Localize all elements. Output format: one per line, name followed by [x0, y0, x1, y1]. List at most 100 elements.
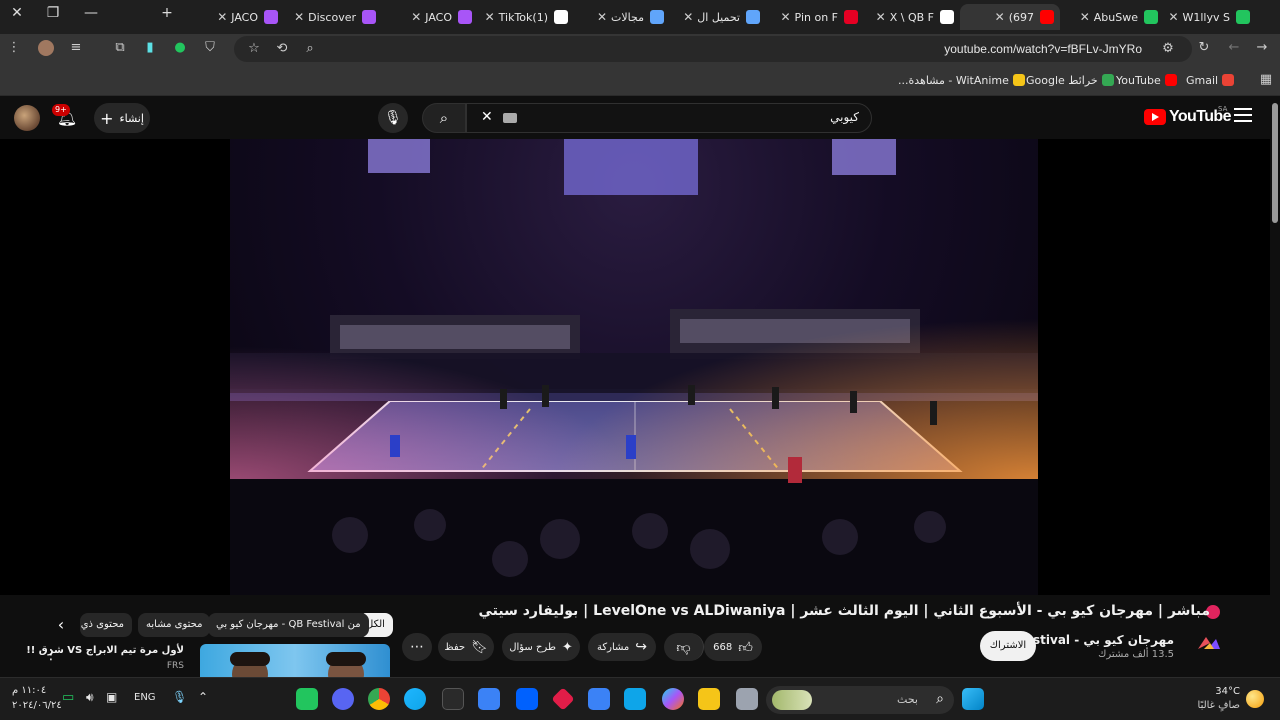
all-bookmarks-icon[interactable]: ▦ [1258, 72, 1274, 88]
chip-related[interactable]: محتوى مشابه [138, 613, 211, 637]
tab-close-icon[interactable]: ✕ [1168, 10, 1178, 24]
back-icon[interactable]: → [1254, 40, 1270, 56]
chevron-left-icon[interactable]: ‹ [54, 615, 68, 635]
tab-close-icon[interactable]: ✕ [597, 10, 607, 24]
page-scrollbar[interactable] [1270, 97, 1280, 677]
scrollbar-thumb[interactable] [1272, 103, 1278, 223]
tab-close-icon[interactable]: ✕ [485, 10, 495, 24]
weather-temp[interactable]: 34°C [1215, 686, 1240, 697]
tab-11[interactable]: JACO ✕ [190, 4, 284, 30]
taskbar-app-icon[interactable] [296, 688, 318, 710]
tab-close-icon[interactable]: ✕ [995, 10, 1005, 24]
media-control-icon[interactable]: ≡ [68, 40, 84, 56]
tab-close-icon[interactable]: ✕ [217, 10, 227, 24]
clock-time[interactable]: ١١:٠٤ م [12, 685, 46, 696]
tab-9[interactable]: JACO ✕ [386, 4, 478, 30]
bookmark-witanime[interactable]: WitAnime - مشاهدة... [898, 72, 1025, 88]
teams-icon[interactable] [478, 688, 500, 710]
microphone-icon[interactable]: 🎙︎ [172, 690, 187, 704]
bookmark-maps[interactable]: خرائط Google [1026, 72, 1114, 88]
video-frame[interactable] [230, 139, 1038, 595]
extensions-icon[interactable]: ⧉ [112, 40, 128, 56]
battery-icon[interactable]: ▭ [62, 690, 74, 705]
recommended-thumbnail[interactable] [200, 644, 390, 678]
extension-badge-icon[interactable]: ● [172, 40, 188, 56]
create-button[interactable]: إنشاء + [94, 103, 150, 133]
shield-icon[interactable]: ⛉ [202, 40, 218, 56]
subscribe-button[interactable]: الاشتراك [980, 631, 1036, 661]
voice-search-icon[interactable]: 🎙︎ [378, 103, 408, 133]
taskbar-search-input[interactable]: بحث ⌕ [766, 686, 954, 714]
tab-close-icon[interactable]: ✕ [876, 10, 886, 24]
store-icon[interactable] [624, 688, 646, 710]
tab-10[interactable]: Discover ✕ [288, 4, 382, 30]
mail-icon[interactable] [588, 688, 610, 710]
chevron-up-icon[interactable]: ⌃ [198, 690, 208, 704]
tab-4[interactable]: X \ QB F ✕ [868, 4, 960, 30]
clear-search-icon[interactable]: ✕ [481, 109, 493, 125]
tab-6[interactable]: تحميل ال ✕ [676, 4, 766, 30]
site-info-icon[interactable]: ⚙ [1160, 41, 1176, 57]
forward-icon[interactable]: ← [1226, 40, 1242, 56]
clock-date[interactable]: ٢٠٢٤/٠٦/٢٤ [12, 700, 62, 711]
tab-close-icon[interactable]: ✕ [1080, 10, 1090, 24]
tab-7[interactable]: مجالات ✕ [578, 4, 670, 30]
task-view-icon[interactable] [736, 688, 758, 710]
tab-favicon-icon [1236, 10, 1250, 24]
tab-close-icon[interactable]: ✕ [683, 10, 693, 24]
extension-icon[interactable]: ▮ [142, 40, 158, 56]
tab-close-icon[interactable]: ✕ [780, 10, 790, 24]
window-close-icon[interactable]: ✕ [0, 0, 34, 26]
tab-close-icon[interactable]: ✕ [294, 10, 304, 24]
chip-from-channel[interactable]: من QB Festival - مهرجان كيو بي [208, 613, 369, 637]
dislike-button[interactable]: 👎︎ [664, 633, 704, 661]
bookmark-star-icon[interactable]: ☆ [246, 41, 262, 57]
avatar[interactable] [14, 105, 40, 131]
tab-8[interactable]: (1)TikTok ✕ [482, 4, 574, 30]
menu-dots-icon[interactable]: ⋮ [6, 40, 22, 56]
copilot-icon[interactable] [662, 688, 684, 710]
hamburger-menu-icon[interactable] [1234, 108, 1252, 122]
more-vertical-icon[interactable]: ⋮ [44, 647, 58, 663]
window-minimize-icon[interactable]: — [74, 0, 108, 26]
chip-more[interactable]: محتوى ذي [80, 613, 132, 637]
reload-icon[interactable]: ↻ [1196, 40, 1212, 56]
bookmark-youtube[interactable]: YouTube [1116, 72, 1177, 88]
volume-icon[interactable]: 🔊︎ [86, 690, 94, 705]
ask-button[interactable]: ✦ طرح سؤال [502, 633, 580, 661]
channel-logo-icon[interactable] [1196, 635, 1222, 651]
new-tab-icon[interactable]: + [150, 0, 184, 26]
language-indicator[interactable]: ENG [134, 692, 156, 703]
search-button[interactable]: ⌕ [422, 103, 466, 133]
windows-start-icon[interactable] [962, 688, 984, 710]
save-button[interactable]: 🔖︎ حفظ [438, 633, 494, 661]
cast-icon[interactable]: ⟲ [274, 41, 290, 57]
zoom-icon[interactable]: ⌕ [302, 41, 318, 57]
weather-desc[interactable]: صافٍ غالبًا [1198, 700, 1240, 711]
tab-2[interactable]: W1llyv S ✕ [1160, 4, 1256, 30]
tab-label: W1llyv S [1182, 10, 1231, 24]
tab-active[interactable]: 697) ✕ [960, 4, 1060, 30]
network-icon[interactable]: ▣ [106, 690, 117, 704]
tab-5[interactable]: Pin on F ✕ [770, 4, 864, 30]
epic-games-icon[interactable] [442, 688, 464, 710]
weather-moon-icon[interactable] [1246, 690, 1264, 708]
like-button[interactable]: 👍︎ 668 [704, 633, 762, 661]
address-bar[interactable]: ☆ ⟲ ⌕ youtube.com/watch?v=fBFLv-JmYRo ⚙ [234, 36, 1192, 62]
edge-icon[interactable] [404, 688, 426, 710]
chrome-icon[interactable] [368, 688, 390, 710]
video-player[interactable] [0, 139, 1270, 595]
more-actions-button[interactable]: ⋯ [402, 633, 432, 661]
tab-1[interactable]: AbuSwe ✕ [1064, 4, 1164, 30]
search-input[interactable]: ✕ كيوبي [466, 103, 872, 133]
window-restore-icon[interactable]: ❐ [36, 0, 70, 26]
profile-avatar[interactable] [38, 40, 54, 56]
discord-icon[interactable] [332, 688, 354, 710]
tab-close-icon[interactable]: ✕ [411, 10, 421, 24]
bookmark-gmail[interactable]: Gmail [1186, 72, 1235, 88]
share-button[interactable]: ↪ مشاركة [588, 633, 656, 661]
dropbox-icon[interactable] [516, 688, 538, 710]
keyboard-icon[interactable] [503, 113, 517, 123]
file-explorer-icon[interactable] [698, 688, 720, 710]
app-diamond-icon[interactable] [551, 687, 575, 711]
